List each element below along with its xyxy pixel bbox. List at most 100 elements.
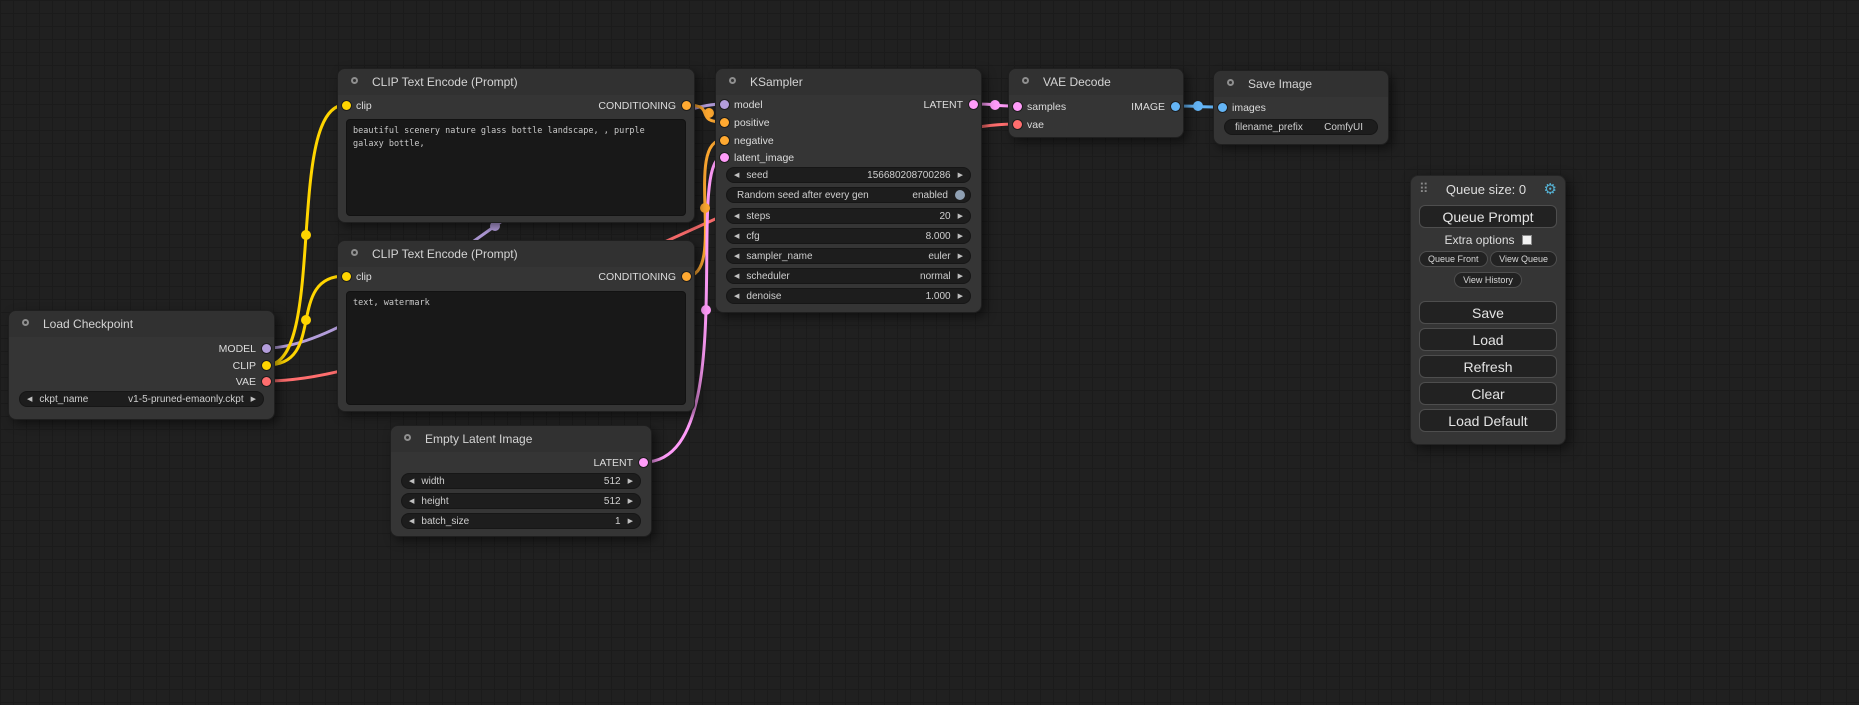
scheduler-widget[interactable]: ◀ scheduler normal ▶ (726, 268, 971, 284)
latent-image-input-port[interactable] (720, 153, 729, 162)
random-seed-widget[interactable]: Random seed after every gen enabled (726, 187, 971, 203)
save-button[interactable]: Save (1419, 301, 1557, 324)
images-input-port[interactable] (1218, 103, 1227, 112)
widget-label: sampler_name (746, 251, 812, 262)
increment-arrow-icon[interactable]: ▶ (958, 233, 963, 240)
load-button[interactable]: Load (1419, 328, 1557, 351)
drag-handle-icon[interactable]: ⠿ (1419, 181, 1429, 197)
input-label-clip: clip (356, 270, 372, 284)
node-title-bar[interactable]: Empty Latent Image (391, 426, 651, 452)
widget-label: batch_size (421, 516, 469, 527)
steps-widget[interactable]: ◀ steps 20 ▶ (726, 208, 971, 224)
increment-arrow-icon[interactable]: ▶ (958, 172, 963, 179)
queue-front-button[interactable]: Queue Front (1419, 251, 1488, 267)
denoise-widget[interactable]: ◀ denoise 1.000 ▶ (726, 288, 971, 304)
seed-widget[interactable]: ◀ seed 156680208700286 ▶ (726, 167, 971, 183)
prompt-text-area[interactable]: beautiful scenery nature glass bottle la… (346, 119, 686, 216)
image-output-port[interactable] (1171, 102, 1180, 111)
node-title-bar[interactable]: VAE Decode (1009, 69, 1183, 95)
node-title-bar[interactable]: CLIP Text Encode (Prompt) (338, 241, 694, 267)
latent-output-port[interactable] (969, 100, 978, 109)
increment-arrow-icon[interactable]: ▶ (958, 253, 963, 260)
vae-output-port[interactable] (262, 377, 271, 386)
queue-size-label: Queue size: 0 (1446, 182, 1526, 197)
prompt-text-area[interactable]: text, watermark (346, 291, 686, 405)
clear-button[interactable]: Clear (1419, 382, 1557, 405)
toggle-dot-icon[interactable] (955, 190, 965, 200)
decrement-arrow-icon[interactable]: ◀ (734, 213, 739, 220)
node-title-bar[interactable]: Load Checkpoint (9, 311, 274, 337)
decrement-arrow-icon[interactable]: ◀ (409, 498, 414, 505)
node-title-bar[interactable]: KSampler (716, 69, 981, 95)
view-queue-button[interactable]: View Queue (1490, 251, 1557, 267)
decrement-arrow-icon[interactable]: ◀ (734, 233, 739, 240)
clip-input-port[interactable] (342, 272, 351, 281)
node-save-image[interactable]: Save Image images filename_prefix ComfyU… (1213, 70, 1389, 145)
conditioning-output-port[interactable] (682, 272, 691, 281)
sampler-name-widget[interactable]: ◀ sampler_name euler ▶ (726, 248, 971, 264)
load-default-button[interactable]: Load Default (1419, 409, 1557, 432)
batch-size-widget[interactable]: ◀ batch_size 1 ▶ (401, 513, 641, 529)
vae-input-port[interactable] (1013, 120, 1022, 129)
positive-input-port[interactable] (720, 118, 729, 127)
output-label-clip: CLIP (233, 359, 256, 373)
view-history-button[interactable]: View History (1454, 272, 1522, 288)
node-clip-text-encode-positive[interactable]: CLIP Text Encode (Prompt) clip CONDITION… (337, 68, 695, 223)
model-input-port[interactable] (720, 100, 729, 109)
conditioning-output-port[interactable] (682, 101, 691, 110)
node-load-checkpoint[interactable]: Load Checkpoint MODEL CLIP VAE ◀ ckpt_na… (8, 310, 275, 420)
queue-panel: ⠿ Queue size: 0 ⚙ Queue Prompt Extra opt… (1410, 175, 1566, 445)
ckpt-name-widget[interactable]: ◀ ckpt_name v1-5-pruned-emaonly.ckpt ▶ (19, 391, 264, 407)
queue-front-view-queue-row: Queue Front View Queue (1419, 251, 1557, 267)
node-title-bar[interactable]: CLIP Text Encode (Prompt) (338, 69, 694, 95)
widget-value: v1-5-pruned-emaonly.ckpt (128, 394, 243, 405)
clip-output-port[interactable] (262, 361, 271, 370)
collapse-dot-icon[interactable] (351, 77, 358, 84)
decrement-arrow-icon[interactable]: ◀ (409, 518, 414, 525)
collapse-dot-icon[interactable] (351, 249, 358, 256)
node-title-bar[interactable]: Save Image (1214, 71, 1388, 97)
increment-arrow-icon[interactable]: ▶ (958, 273, 963, 280)
increment-arrow-icon[interactable]: ▶ (628, 478, 633, 485)
increment-arrow-icon[interactable]: ▶ (628, 518, 633, 525)
collapse-dot-icon[interactable] (1227, 79, 1234, 86)
queue-prompt-button[interactable]: Queue Prompt (1419, 205, 1557, 228)
decrement-arrow-icon[interactable]: ◀ (27, 396, 32, 403)
collapse-dot-icon[interactable] (404, 434, 411, 441)
increment-arrow-icon[interactable]: ▶ (251, 396, 256, 403)
increment-arrow-icon[interactable]: ▶ (958, 213, 963, 220)
width-widget[interactable]: ◀ width 512 ▶ (401, 473, 641, 489)
widget-label: denoise (746, 291, 781, 302)
height-widget[interactable]: ◀ height 512 ▶ (401, 493, 641, 509)
widget-value: 1 (615, 516, 621, 527)
node-clip-text-encode-negative[interactable]: CLIP Text Encode (Prompt) clip CONDITION… (337, 240, 695, 412)
refresh-button[interactable]: Refresh (1419, 355, 1557, 378)
extra-options-checkbox[interactable] (1522, 235, 1532, 245)
node-title: KSampler (750, 75, 803, 89)
decrement-arrow-icon[interactable]: ◀ (734, 293, 739, 300)
node-title: CLIP Text Encode (Prompt) (372, 247, 518, 261)
decrement-arrow-icon[interactable]: ◀ (409, 478, 414, 485)
filename-prefix-widget[interactable]: filename_prefix ComfyUI (1224, 119, 1378, 135)
model-output-port[interactable] (262, 344, 271, 353)
negative-input-port[interactable] (720, 136, 729, 145)
latent-output-port[interactable] (639, 458, 648, 467)
increment-arrow-icon[interactable]: ▶ (628, 498, 633, 505)
input-label-model: model (734, 98, 763, 112)
collapse-dot-icon[interactable] (22, 319, 29, 326)
decrement-arrow-icon[interactable]: ◀ (734, 253, 739, 260)
node-vae-decode[interactable]: VAE Decode samples vae IMAGE (1008, 68, 1184, 138)
gear-icon[interactable]: ⚙ (1544, 180, 1557, 198)
decrement-arrow-icon[interactable]: ◀ (734, 172, 739, 179)
collapse-dot-icon[interactable] (729, 77, 736, 84)
increment-arrow-icon[interactable]: ▶ (958, 293, 963, 300)
samples-input-port[interactable] (1013, 102, 1022, 111)
collapse-dot-icon[interactable] (1022, 77, 1029, 84)
input-label-samples: samples (1027, 100, 1066, 114)
decrement-arrow-icon[interactable]: ◀ (734, 273, 739, 280)
cfg-widget[interactable]: ◀ cfg 8.000 ▶ (726, 228, 971, 244)
clip-input-port[interactable] (342, 101, 351, 110)
node-empty-latent-image[interactable]: Empty Latent Image LATENT ◀ width 512 ▶ … (390, 425, 652, 537)
node-ksampler[interactable]: KSampler model positive negative latent_… (715, 68, 982, 313)
widget-value: 8.000 (926, 231, 951, 242)
